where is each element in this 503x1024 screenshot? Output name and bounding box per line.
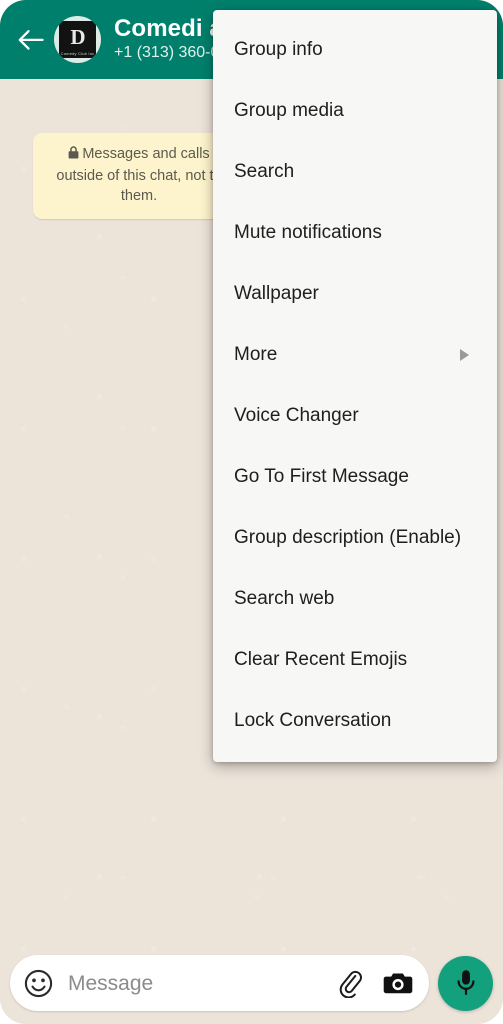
menu-item-group-description-enable[interactable]: Group description (Enable) [213, 507, 497, 568]
menu-item-label: Search web [234, 588, 335, 609]
menu-item-mute-notifications[interactable]: Mute notifications [213, 202, 497, 263]
menu-item-label: Group media [234, 100, 344, 121]
menu-item-group-media[interactable]: Group media [213, 80, 497, 141]
menu-item-wallpaper[interactable]: Wallpaper [213, 263, 497, 324]
menu-item-search-web[interactable]: Search web [213, 568, 497, 629]
phone-screen: Messages and calls outside of this chat,… [0, 0, 503, 1024]
menu-item-label: Lock Conversation [234, 710, 392, 731]
menu-item-go-to-first-message[interactable]: Go To First Message [213, 446, 497, 507]
avatar-subtext: Comedy Club Inc [60, 51, 95, 56]
camera-icon[interactable] [383, 970, 413, 996]
lock-icon [68, 145, 79, 166]
voice-record-button[interactable] [438, 955, 493, 1011]
menu-item-label: Mute notifications [234, 222, 382, 243]
paperclip-icon[interactable] [335, 968, 365, 998]
menu-item-group-info[interactable]: Group info [213, 19, 497, 80]
menu-item-label: More [234, 344, 278, 365]
avatar-initials: D [70, 25, 85, 49]
menu-item-label: Wallpaper [234, 283, 319, 304]
microphone-icon [457, 970, 474, 995]
menu-item-clear-recent-emojis[interactable]: Clear Recent Emojis [213, 629, 497, 690]
smiley-icon[interactable] [24, 969, 53, 998]
menu-item-label: Clear Recent Emojis [234, 649, 408, 670]
avatar-logo: D Comedy Club Inc [59, 21, 96, 58]
encryption-notice-text: Messages and calls outside of this chat,… [45, 144, 233, 207]
arrow-left-icon [18, 29, 44, 50]
message-input-field[interactable]: Message [10, 955, 429, 1011]
menu-item-label: Voice Changer [234, 405, 359, 426]
menu-item-label: Group info [234, 39, 323, 60]
menu-item-lock-conversation[interactable]: Lock Conversation [213, 690, 497, 751]
chevron-right-icon [460, 348, 469, 361]
menu-item-more[interactable]: More [213, 324, 497, 385]
message-placeholder: Message [68, 971, 154, 995]
encryption-notice-body: Messages and calls outside of this chat,… [56, 146, 222, 205]
menu-item-search[interactable]: Search [213, 141, 497, 202]
back-button[interactable] [10, 19, 52, 61]
overflow-menu[interactable]: Group info Group media Search Mute notifica… [213, 10, 497, 762]
avatar[interactable]: D Comedy Club Inc [54, 16, 101, 63]
menu-item-voice-changer[interactable]: Voice Changer [213, 385, 497, 446]
menu-item-label: Go To First Message [234, 466, 409, 487]
message-input-bar: Message [0, 950, 503, 1024]
menu-item-label: Search [234, 161, 295, 182]
menu-item-label: Group description (Enable) [234, 527, 462, 548]
